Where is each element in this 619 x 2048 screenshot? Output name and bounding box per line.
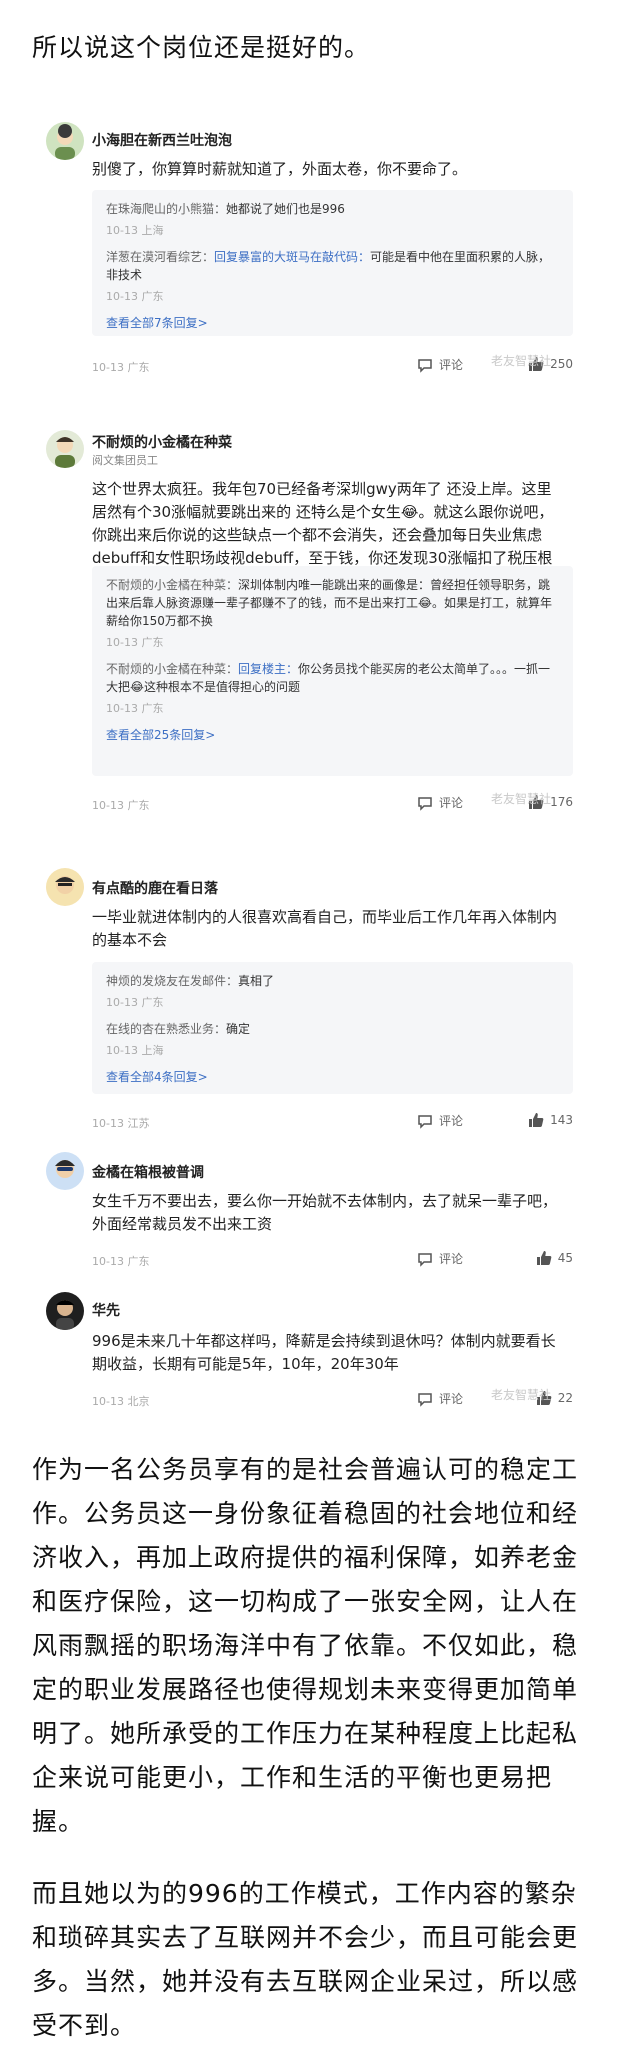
comment-icon xyxy=(418,1252,432,1267)
reply-item: 在线的杏在熟悉业务：确定 xyxy=(106,1020,559,1038)
reply-author[interactable]: 不耐烦的小金橘在种菜： xyxy=(106,662,238,676)
author-subtitle: 阅文集团员工 xyxy=(92,454,158,467)
comment-icon xyxy=(418,796,432,811)
reply-author[interactable]: 在线的杏在熟悉业务： xyxy=(106,1022,226,1036)
comment-author[interactable]: 有点酷的鹿在看日落 xyxy=(92,878,218,898)
comment-meta-row: 10-13 江苏 评论 143 xyxy=(92,1112,573,1132)
comment-meta-row: 10-13 广东 评论 45 xyxy=(92,1250,573,1270)
avatar[interactable] xyxy=(46,1152,84,1190)
reply-meta: 10-13 上海 xyxy=(106,224,164,237)
comment-date: 10-13 广东 xyxy=(92,1255,150,1268)
comment-card: 华先 996是未来几十年都这样吗，降薪是会持续到退休吗？体制内就要看长期收益，长… xyxy=(28,1282,591,1422)
comment-date: 10-13 北京 xyxy=(92,1395,150,1408)
reply-item: 洋葱在漠河看综艺：回复暴富的大斑马在敲代码：可能是看中他在里面积累的人脉，非技术 xyxy=(106,248,559,284)
comment-date: 10-13 广东 xyxy=(92,799,150,812)
reply-to-link[interactable]: 回复暴富的大斑马在敲代码： xyxy=(214,250,370,264)
reply-box: 神烦的发烧友在发邮件：真相了 10-13 广东 在线的杏在熟悉业务：确定 10-… xyxy=(92,962,573,1094)
like-count: 176 xyxy=(550,795,573,809)
comment-card: 不耐烦的小金橘在种菜 阅文集团员工 这个世界太疯狂。我年包70已经备考深圳gwy… xyxy=(28,420,591,820)
reply-text: 真相了 xyxy=(238,974,275,988)
reply-meta: 10-13 广东 xyxy=(106,290,164,303)
comment-icon xyxy=(418,1114,432,1129)
comment-button[interactable]: 评论 xyxy=(417,356,463,373)
comment-button-label: 评论 xyxy=(438,796,463,810)
avatar[interactable] xyxy=(46,430,84,468)
reply-text: 她都说了她们也是996 xyxy=(226,202,345,216)
avatar[interactable] xyxy=(46,122,84,160)
see-all-replies-link[interactable]: 查看全部4条回复> xyxy=(106,1068,559,1085)
reply-item: 神烦的发烧友在发邮件：真相了 xyxy=(106,972,559,990)
comment-text: 别傻了，你算算时薪就知道了，外面太卷，你不要命了。 xyxy=(92,160,468,178)
reply-text: 确定 xyxy=(226,1022,251,1036)
comment-button-label: 评论 xyxy=(438,1392,463,1406)
reply-author[interactable]: 神烦的发烧友在发邮件： xyxy=(106,974,238,988)
article-paragraph: 而且她以为的996的工作模式，工作内容的繁杂和琐碎其实去了互联网并不会少，而且可… xyxy=(32,1879,579,2040)
reply-item: 在珠海爬山的小熊猫：她都说了她们也是996 xyxy=(106,200,559,218)
comment-text: 一毕业就进体制内的人很喜欢高看自己，而毕业后工作几年再入体制内的基本不会 xyxy=(92,908,558,949)
comment-button[interactable]: 评论 xyxy=(417,1112,463,1129)
watermark: 老友智慧社 xyxy=(490,792,551,806)
see-all-replies-link[interactable]: 查看全部25条回复> xyxy=(106,726,559,743)
comment-card: 金橘在箱根被普调 女生千万不要出去，要么你一开始就不去体制内，去了就呆一辈子吧，… xyxy=(28,1148,591,1278)
like-count: 250 xyxy=(550,357,573,371)
reply-box: 不耐烦的小金橘在种菜：深圳体制内唯一能跳出来的画像是：曾经担任领导职务，跳出来后… xyxy=(92,566,573,776)
like-button[interactable]: 45 xyxy=(536,1250,573,1266)
comment-author[interactable]: 不耐烦的小金橘在种菜 xyxy=(92,432,232,452)
reply-item: 不耐烦的小金橘在种菜：深圳体制内唯一能跳出来的画像是：曾经担任领导职务，跳出来后… xyxy=(106,576,559,630)
comment-text: 996是未来几十年都这样吗，降薪是会持续到退休吗？体制内就要看长期收益，长期有可… xyxy=(92,1332,556,1373)
reply-author[interactable]: 洋葱在漠河看综艺： xyxy=(106,250,214,264)
comment-button-label: 评论 xyxy=(438,1114,463,1128)
comment-date: 10-13 江苏 xyxy=(92,1117,150,1130)
watermark: 老友智慧社 xyxy=(490,354,551,368)
like-count: 45 xyxy=(557,1251,573,1265)
reply-box: 在珠海爬山的小熊猫：她都说了她们也是996 10-13 上海 洋葱在漠河看综艺：… xyxy=(92,190,573,336)
watermark: 老友智慧社 xyxy=(490,1388,551,1402)
comment-date: 10-13 广东 xyxy=(92,361,150,374)
reply-to-link[interactable]: 回复楼主： xyxy=(238,662,298,676)
thumbs-up-icon xyxy=(529,1113,544,1127)
comment-icon xyxy=(418,358,432,373)
comment-author[interactable]: 小海胆在新西兰吐泡泡 xyxy=(92,130,232,150)
reply-meta: 10-13 广东 xyxy=(106,636,164,649)
comment-button[interactable]: 评论 xyxy=(417,1250,463,1267)
comment-button[interactable]: 评论 xyxy=(417,1390,463,1407)
comment-author[interactable]: 华先 xyxy=(92,1300,120,1320)
thumbs-up-icon xyxy=(536,1251,552,1265)
reply-author[interactable]: 在珠海爬山的小熊猫： xyxy=(106,202,226,216)
comment-button-label: 评论 xyxy=(438,1252,463,1266)
like-count: 22 xyxy=(557,1391,573,1405)
intro-text: 所以说这个岗位还是挺好的。 xyxy=(32,33,371,62)
comment-icon xyxy=(418,1392,432,1407)
avatar[interactable] xyxy=(46,1292,84,1330)
comment-button-label: 评论 xyxy=(438,358,463,372)
see-all-replies-link[interactable]: 查看全部7条回复> xyxy=(106,314,559,331)
reply-meta: 10-13 上海 xyxy=(106,1044,164,1057)
avatar[interactable] xyxy=(46,868,84,906)
comment-card: 小海胆在新西兰吐泡泡 别傻了，你算算时薪就知道了，外面太卷，你不要命了。 在珠海… xyxy=(28,108,591,408)
like-count: 143 xyxy=(550,1113,573,1127)
reply-author[interactable]: 不耐烦的小金橘在种菜： xyxy=(106,578,238,592)
comment-card: 有点酷的鹿在看日落 一毕业就进体制内的人很喜欢高看自己，而毕业后工作几年再入体制… xyxy=(28,862,591,1142)
reply-meta: 10-13 广东 xyxy=(106,996,164,1009)
reply-item: 不耐烦的小金橘在种菜：回复楼主：你公务员找个能买房的老公太简单了。。。一抓一大把… xyxy=(106,660,559,696)
article-paragraph: 作为一名公务员享有的是社会普遍认可的稳定工作。公务员这一身份象征着稳固的社会地位… xyxy=(32,1455,579,1836)
like-button[interactable]: 143 xyxy=(528,1112,573,1128)
comment-button[interactable]: 评论 xyxy=(417,794,463,811)
reply-meta: 10-13 广东 xyxy=(106,702,164,715)
comment-author[interactable]: 金橘在箱根被普调 xyxy=(92,1162,204,1182)
comment-text: 女生千万不要出去，要么你一开始就不去体制内，去了就呆一辈子吧，外面经常裁员发不出… xyxy=(92,1192,558,1233)
